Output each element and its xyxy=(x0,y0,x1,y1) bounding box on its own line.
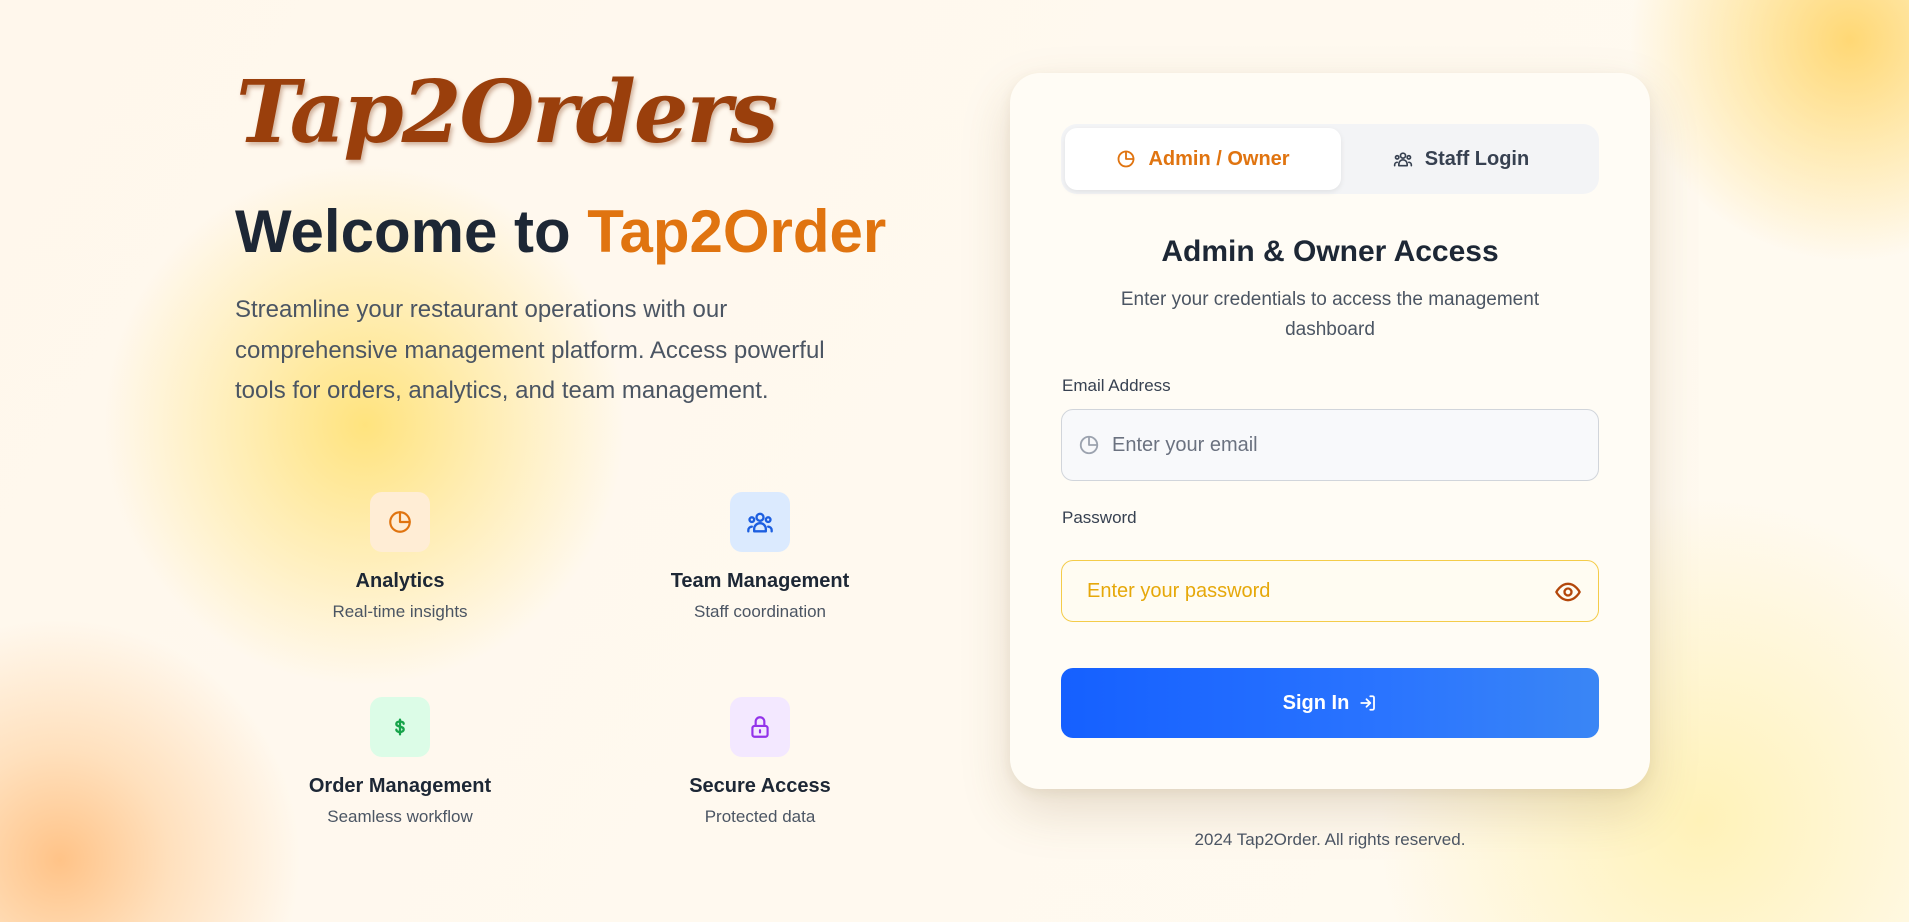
analytics-icon xyxy=(1078,434,1100,456)
feature-secure-access: Secure Access Protected data xyxy=(610,697,910,827)
email-label: Email Address xyxy=(1062,376,1171,395)
welcome-heading: Welcome to Tap2Order xyxy=(235,196,886,268)
dollar-icon xyxy=(370,697,430,757)
feature-analytics: Analytics Real-time insights xyxy=(250,492,550,622)
sign-in-label: Sign In xyxy=(1282,691,1350,714)
team-icon xyxy=(730,492,790,552)
tab-label: Admin / Owner xyxy=(1148,147,1290,170)
lock-icon xyxy=(730,697,790,757)
feature-subtitle: Staff coordination xyxy=(694,602,826,621)
analytics-icon xyxy=(1116,149,1136,169)
access-title: Admin & Owner Access xyxy=(1161,235,1499,268)
password-input[interactable] xyxy=(1062,578,1598,604)
intro-description: Streamline your restaurant operations wi… xyxy=(235,296,825,404)
access-subtitle: Enter your credentials to access the man… xyxy=(1120,289,1540,340)
password-label: Password xyxy=(1062,508,1137,527)
welcome-prefix: Welcome to xyxy=(235,198,588,265)
eye-icon[interactable] xyxy=(1554,578,1582,606)
password-field-wrapper xyxy=(1061,560,1599,622)
feature-subtitle: Real-time insights xyxy=(332,602,468,621)
feature-order-management: Order Management Seamless workflow xyxy=(250,697,550,827)
sign-in-button[interactable]: Sign In xyxy=(1061,668,1599,738)
feature-title: Order Management xyxy=(308,775,492,797)
feature-team-management: Team Management Staff coordination xyxy=(610,492,910,622)
feature-title: Secure Access xyxy=(689,775,831,797)
tab-staff-login[interactable]: Staff Login xyxy=(1323,128,1599,190)
tab-admin-owner[interactable]: Admin / Owner xyxy=(1065,128,1341,190)
feature-subtitle: Protected data xyxy=(704,807,816,826)
feature-title: Team Management xyxy=(670,570,850,592)
brand-logo: Tap2Orders xyxy=(236,62,778,163)
login-tabs: Admin / Owner Staff Login xyxy=(1061,124,1599,194)
feature-subtitle: Seamless workflow xyxy=(327,807,473,826)
login-card: Admin / Owner Staff Login Admin & Owner … xyxy=(1010,73,1650,789)
team-icon xyxy=(1393,149,1413,169)
analytics-icon xyxy=(370,492,430,552)
feature-title: Analytics xyxy=(355,570,445,592)
tab-label: Staff Login xyxy=(1424,147,1530,170)
footer-copyright: 2024 Tap2Order. All rights reserved. xyxy=(1194,830,1466,849)
email-input[interactable] xyxy=(1100,432,1598,458)
sign-in-icon xyxy=(1359,694,1377,712)
welcome-brand-accent: Tap2Order xyxy=(587,198,887,265)
email-field-wrapper xyxy=(1061,409,1599,481)
